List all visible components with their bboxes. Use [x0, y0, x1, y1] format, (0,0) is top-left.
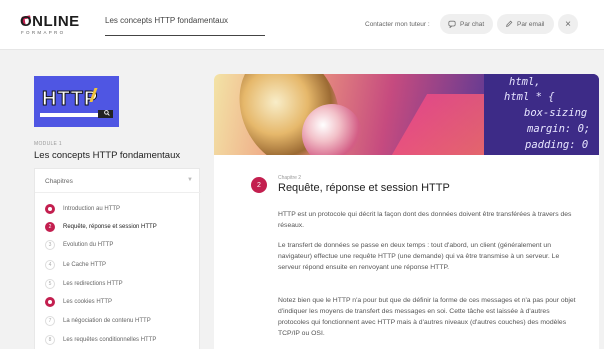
chat-button-label: Par chat: [460, 20, 485, 28]
content-paragraph: Notez bien que le HTTP n'a pour but que …: [278, 297, 576, 337]
chapter-item-1[interactable]: Introduction au HTTP: [45, 203, 120, 215]
chapter-item-7[interactable]: 7 La négociation de contenu HTTP: [45, 315, 151, 327]
chapter-label: Chapitre 2: [278, 175, 302, 181]
search-icon: [104, 110, 110, 118]
email-button-label: Par email: [517, 20, 545, 28]
chapter-label: Les cookies HTTP: [63, 299, 113, 305]
chapter-number: 7: [45, 316, 55, 326]
module-thumbnail: HTTP: [34, 76, 119, 127]
chat-button[interactable]: Par chat: [440, 14, 493, 34]
chapter-label: Evolution du HTTP: [63, 242, 114, 248]
chapter-number-badge: 2: [251, 177, 267, 193]
content-paragraph: HTTP est un protocole qui décrit la faço…: [278, 211, 572, 229]
banner-code-line: padding: 0: [525, 139, 589, 151]
chapter-number: 5: [45, 279, 55, 289]
logo-subtext: FORMAPRO: [21, 30, 66, 35]
content-paragraph: Le transfert de données se passe en deux…: [278, 242, 560, 271]
course-title: Les concepts HTTP fondamentaux: [105, 16, 229, 25]
chapter-number: 8: [45, 335, 55, 345]
chapter-title: Requête, réponse et session HTTP: [278, 182, 450, 194]
banner-code-line: box-sizing: [524, 107, 588, 119]
chevron-down-icon: ▼: [187, 177, 193, 183]
logo[interactable]: ONLINE FORMAPRO: [20, 13, 90, 39]
chapter-label: La négociation de contenu HTTP: [63, 318, 151, 324]
module-label: MODULE 1: [34, 141, 62, 147]
chapter-content-panel: html, html * { box-sizing margin: 0; pad…: [214, 74, 599, 349]
chapter-item-4[interactable]: 4 Le Cache HTTP: [45, 259, 106, 271]
email-button[interactable]: Par email: [497, 14, 554, 34]
chapter-item-8[interactable]: 8 Les requêtes conditionnelles HTTP: [45, 334, 156, 346]
chapter-item-3[interactable]: 3 Evolution du HTTP: [45, 239, 113, 251]
banner-code-line: html,: [509, 76, 541, 88]
chapter-label: Le Cache HTTP: [63, 262, 107, 268]
chapter-item-2[interactable]: 2 Requête, réponse et session HTTP: [45, 221, 157, 233]
chapters-panel: Chapitres ▼ Introduction au HTTP 2 Requê…: [34, 168, 201, 349]
course-title-underline: [105, 35, 265, 36]
chapter-number: 2: [45, 222, 55, 232]
chapters-label: Chapitres: [45, 178, 73, 185]
chapter-label: Requête, réponse et session HTTP: [63, 224, 157, 230]
chapter-item-5[interactable]: 5 Les redirections HTTP: [45, 278, 123, 290]
chapter-banner-image: html, html * { box-sizing margin: 0; pad…: [214, 74, 599, 155]
chapter-done-icon: [45, 204, 55, 214]
chapter-number: 4: [45, 260, 55, 270]
banner-pink-orb: [302, 104, 362, 155]
chapter-item-6[interactable]: Les cookies HTTP: [45, 296, 112, 308]
pencil-icon: [506, 20, 513, 27]
chapter-done-icon: [45, 297, 55, 307]
close-icon: ×: [565, 18, 571, 30]
banner-code-line: margin: 0;: [527, 123, 591, 135]
top-bar: ONLINE FORMAPRO Les concepts HTTP fondam…: [0, 0, 604, 50]
logo-text: ONLINE: [20, 13, 80, 30]
banner-code-line: html * {: [504, 91, 555, 103]
thumbnail-subtitle-strip: [40, 113, 98, 117]
chat-icon: [448, 20, 456, 28]
chapter-label: Les redirections HTTP: [63, 281, 123, 287]
chapters-header[interactable]: Chapitres ▼: [35, 169, 201, 193]
chapter-label: Introduction au HTTP: [63, 206, 121, 212]
contact-tutor-label: Contacter mon tuteur :: [365, 21, 430, 28]
chapter-label: Les requêtes conditionnelles HTTP: [63, 337, 157, 343]
close-button[interactable]: ×: [558, 14, 578, 34]
chapter-number: 3: [45, 240, 55, 250]
module-title: Les concepts HTTP fondamentaux: [34, 150, 181, 161]
